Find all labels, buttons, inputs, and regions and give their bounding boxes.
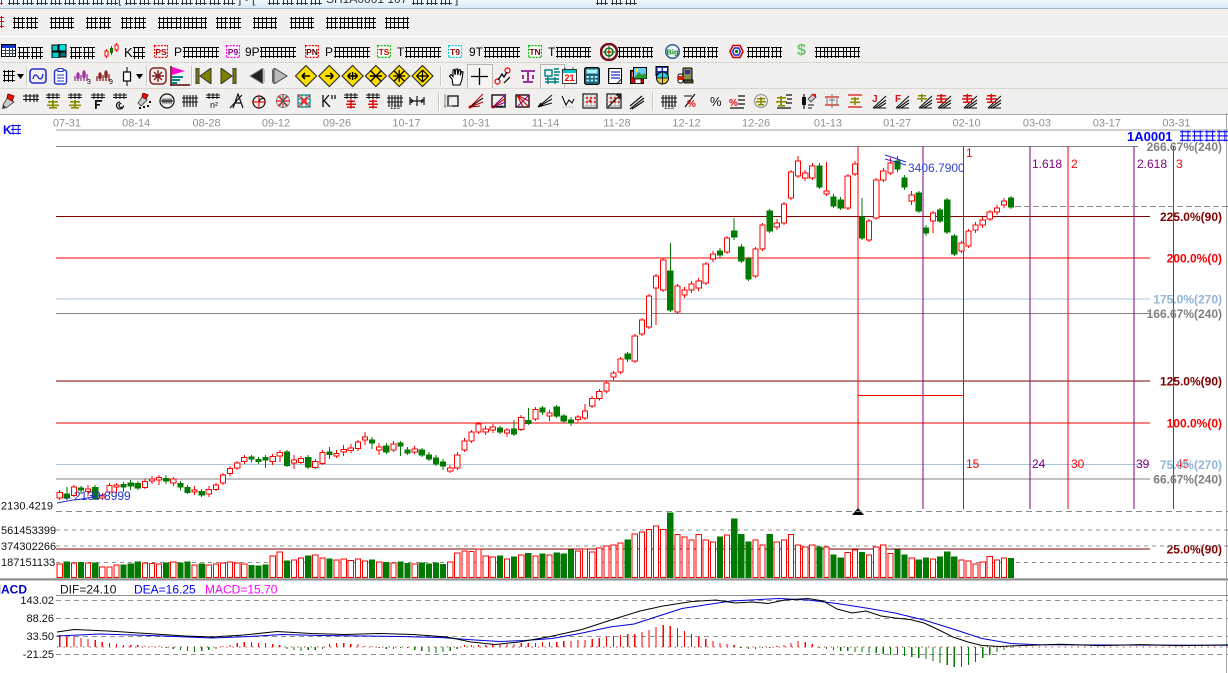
svg-text:25.0%(90): 25.0%(90) <box>1167 543 1222 557</box>
svg-text:10-31: 10-31 <box>462 118 490 130</box>
svg-text:39: 39 <box>1136 457 1150 471</box>
svg-text:3406.7900: 3406.7900 <box>908 161 965 175</box>
svg-text:03-03: 03-03 <box>1023 118 1051 130</box>
svg-text:07-31: 07-31 <box>53 118 81 130</box>
svg-text:374302266: 374302266 <box>1 541 56 553</box>
svg-text:12-26: 12-26 <box>742 118 770 130</box>
svg-text:n²: n² <box>210 100 218 110</box>
svg-text:P9: P9 <box>228 47 239 57</box>
svg-text:K: K <box>3 123 12 137</box>
svg-text:09-26: 09-26 <box>323 118 351 130</box>
svg-text:J: J <box>872 94 878 105</box>
svg-text:175.0%(270): 175.0%(270) <box>1153 293 1222 307</box>
svg-text:01-27: 01-27 <box>883 118 911 130</box>
svg-text:02-10: 02-10 <box>953 118 981 130</box>
svg-text:10-17: 10-17 <box>392 118 420 130</box>
svg-text:30: 30 <box>1071 457 1085 471</box>
svg-text:TN: TN <box>529 47 540 57</box>
svg-text:187151133: 187151133 <box>1 557 55 569</box>
svg-text:2: 2 <box>1071 157 1078 171</box>
svg-text:100.0%(0): 100.0%(0) <box>1167 416 1222 430</box>
svg-text:08-28: 08-28 <box>193 118 221 130</box>
svg-text:11-28: 11-28 <box>603 118 630 130</box>
svg-text:2130.4219: 2130.4219 <box>1 501 53 513</box>
svg-text:F: F <box>895 94 901 105</box>
svg-text:03-17: 03-17 <box>1093 118 1121 130</box>
svg-text:T9: T9 <box>450 47 460 57</box>
svg-text:75.0%(270): 75.0%(270) <box>1160 458 1222 472</box>
svg-text:66.67%(240): 66.67%(240) <box>1153 473 1222 487</box>
svg-text:1: 1 <box>966 146 973 160</box>
svg-text:PS: PS <box>155 47 167 57</box>
svg-text:%: % <box>687 99 696 110</box>
svg-text:2.618: 2.618 <box>1137 157 1167 171</box>
svg-text:9: 9 <box>109 79 113 85</box>
svg-text:DEA=16.25: DEA=16.25 <box>134 583 196 597</box>
svg-text:%: % <box>729 98 738 109</box>
svg-text:123: 123 <box>664 105 675 110</box>
svg-text:125.0%(90): 125.0%(90) <box>1160 375 1222 389</box>
svg-text:09-12: 09-12 <box>262 118 290 130</box>
svg-text:PN: PN <box>306 47 318 57</box>
svg-text:11-14: 11-14 <box>532 118 559 130</box>
svg-text:225.0%(90): 225.0%(90) <box>1160 210 1222 224</box>
svg-text:15: 15 <box>966 457 980 471</box>
svg-text:143.02: 143.02 <box>20 595 54 607</box>
svg-text:33.50: 33.50 <box>26 631 54 643</box>
svg-text:123: 123 <box>390 105 401 110</box>
svg-text:88.26: 88.26 <box>26 613 54 625</box>
svg-text:561453399: 561453399 <box>1 525 56 537</box>
svg-text:1A0001: 1A0001 <box>1127 129 1173 144</box>
svg-text:1.618: 1.618 <box>1032 157 1062 171</box>
svg-text:21: 21 <box>564 73 574 83</box>
svg-text:166.67%(240): 166.67%(240) <box>1147 307 1222 321</box>
svg-text:TS: TS <box>379 47 390 57</box>
svg-text:3: 3 <box>1176 157 1183 171</box>
svg-text:Big: Big <box>666 48 679 57</box>
svg-text:3: 3 <box>87 79 91 85</box>
svg-text:MACD=15.70: MACD=15.70 <box>205 583 278 597</box>
svg-text:-21.25: -21.25 <box>23 649 54 661</box>
svg-text:08-14: 08-14 <box>122 118 150 130</box>
svg-text:%: % <box>710 94 722 109</box>
svg-text:12-12: 12-12 <box>672 118 700 130</box>
svg-text:200.0%(0): 200.0%(0) <box>1167 252 1222 266</box>
svg-text:03-31: 03-31 <box>1162 118 1190 130</box>
svg-text:24: 24 <box>1032 457 1046 471</box>
svg-text:DIF=24.10: DIF=24.10 <box>60 583 117 597</box>
svg-text:←2130.8999: ←2130.8999 <box>62 489 131 503</box>
svg-text:01-13: 01-13 <box>814 118 842 130</box>
